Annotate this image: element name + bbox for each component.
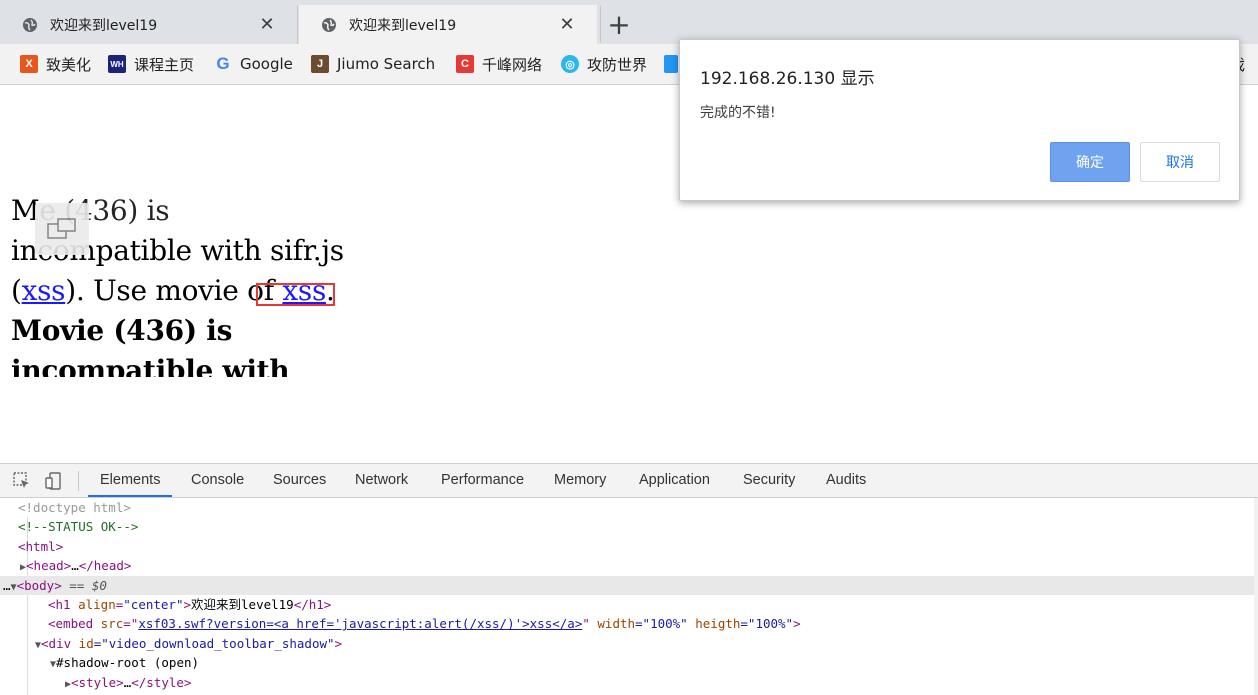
globe-icon [23, 17, 37, 32]
dom-node-comment[interactable]: <!--STATUS OK--> [0, 517, 1258, 536]
browser-tab-2[interactable]: 欢迎来到level19 ✕ [299, 5, 597, 44]
bookmark-course-home[interactable]: WH 课程主页 [108, 54, 194, 74]
bookmark-label: 攻防世界 [587, 55, 648, 74]
bookmark-label: 致美化 [46, 55, 92, 74]
bookmark-label: Google [240, 55, 293, 73]
tab-title: 欢迎来到level19 [349, 17, 457, 34]
devtools-toolbar: Elements Console Sources Network Perform… [0, 464, 1258, 498]
dom-node-style[interactable]: ▶<style>…</style> [0, 673, 1258, 692]
zhimeihua-icon: X [20, 55, 38, 73]
tab-audits[interactable]: Audits [826, 464, 866, 497]
picture-in-picture-icon [47, 218, 76, 239]
new-tab-button[interactable]: + [600, 6, 637, 42]
inspect-element-icon[interactable] [12, 471, 32, 491]
bookmark-gongfang[interactable]: ◎ 攻防世界 [561, 54, 647, 74]
toolbar-divider [78, 471, 79, 491]
dom-node-doctype[interactable]: <!doctype html> [0, 498, 1258, 517]
tab-sources[interactable]: Sources [273, 464, 326, 497]
embed-src-link[interactable]: xsf03.swf?version=<a href='javascript:al… [138, 616, 582, 631]
bookmark-label: 千峰网络 [482, 55, 543, 74]
wh-icon: WH [108, 55, 126, 73]
dialog-message: 完成的不错! [700, 105, 776, 121]
movie-line-5: incompatible with sifr.js [11, 354, 290, 377]
bookmark-google[interactable]: G Google [214, 54, 293, 74]
more-actions-icon[interactable]: … [3, 578, 11, 593]
gongfang-icon: ◎ [561, 55, 579, 73]
dom-scrollbar[interactable] [1254, 498, 1258, 695]
tab-security[interactable]: Security [743, 464, 795, 497]
device-toolbar-icon[interactable] [44, 471, 64, 491]
movie-line-4: Movie (436) is [11, 314, 233, 347]
bookmark-jiumo[interactable]: J Jiumo Search [311, 54, 435, 74]
ok-button[interactable]: 确定 [1050, 142, 1130, 182]
tab-memory[interactable]: Memory [554, 464, 606, 497]
tab-title: 欢迎来到level19 [50, 17, 158, 34]
dom-node-div[interactable]: ▼<div id="video_download_toolbar_shadow"… [0, 634, 1258, 653]
bookmark-folder-icon [664, 55, 678, 73]
tab-application[interactable]: Application [639, 464, 710, 497]
google-icon: G [216, 54, 230, 73]
bookmark-label: Jiumo Search [337, 55, 436, 73]
jiumo-icon: J [311, 55, 329, 73]
dom-node-body[interactable]: …▼<body> == $0 [0, 575, 1258, 595]
dom-node-h1[interactable]: <h1 align="center">欢迎来到level19</h1> [0, 595, 1258, 614]
dom-node-shadow-root[interactable]: ▼#shadow-root (open) [0, 653, 1258, 672]
alert-dialog: 192.168.26.130 显示 完成的不错! 确定 取消 [679, 39, 1240, 201]
picture-in-picture-button[interactable] [35, 203, 89, 255]
highlight-box [256, 283, 335, 306]
dom-tree: <!doctype html> <!--STATUS OK--> <html> … [0, 498, 1258, 695]
tab-console[interactable]: Console [191, 464, 244, 497]
qianfeng-icon: C [456, 55, 474, 73]
cancel-button[interactable]: 取消 [1140, 142, 1220, 182]
tab-performance[interactable]: Performance [441, 464, 524, 497]
dialog-title: 192.168.26.130 显示 [700, 69, 875, 89]
globe-icon [322, 17, 336, 32]
bookmark-qianfeng[interactable]: C 千峰网络 [456, 54, 542, 74]
dom-node-head[interactable]: ▶<head>…</head> [0, 556, 1258, 575]
dom-node-embed[interactable]: <embed src="xsf03.swf?version=<a href='j… [0, 614, 1258, 633]
devtools-panel: Elements Console Sources Network Perform… [0, 463, 1258, 695]
xss-link-1[interactable]: xss [22, 274, 66, 307]
bookmark-label: 课程主页 [134, 55, 195, 74]
tab-network[interactable]: Network [355, 464, 408, 497]
tab-close-icon[interactable]: ✕ [555, 14, 579, 35]
dom-node-html[interactable]: <html> [0, 537, 1258, 556]
bookmark-zhimeihua[interactable]: X 致美化 [20, 54, 91, 74]
tab-strip: 欢迎来到level19 ✕ 欢迎来到level19 ✕ + [0, 0, 1258, 44]
browser-tab-1[interactable]: 欢迎来到level19 ✕ [0, 5, 298, 44]
tab-close-icon[interactable]: ✕ [255, 14, 279, 35]
tab-elements[interactable]: Elements [88, 464, 173, 497]
